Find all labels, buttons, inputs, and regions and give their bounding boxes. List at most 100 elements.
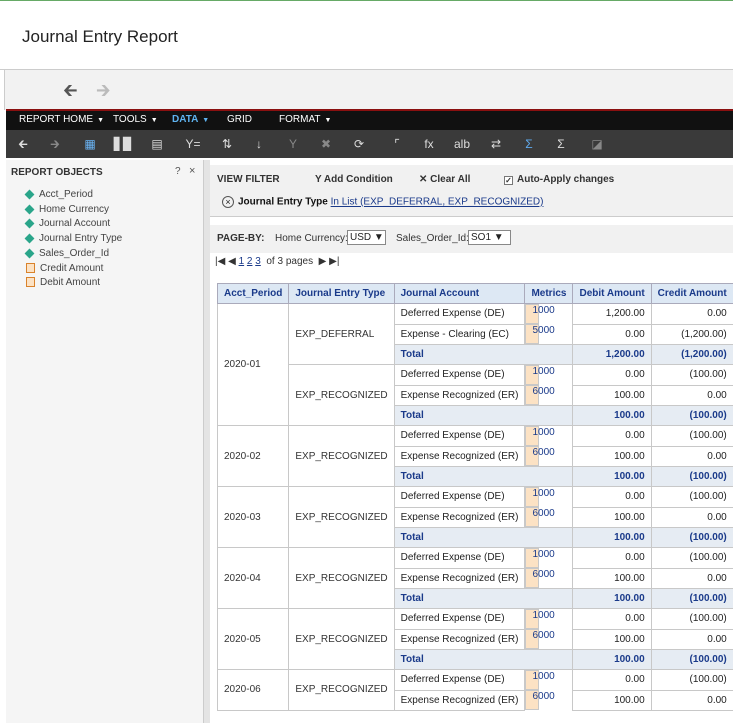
- auto-apply-toggle[interactable]: ✓ Auto-Apply changes: [504, 174, 614, 185]
- grid-view-icon[interactable]: ▦: [75, 130, 105, 158]
- credit-total: (100.00): [650, 466, 733, 487]
- period-cell[interactable]: 2020-03: [216, 486, 290, 548]
- last-page-icon[interactable]: ▶|: [329, 256, 339, 267]
- account-cell[interactable]: Deferred Expense (DE): [393, 547, 526, 569]
- checkbox-checked-icon[interactable]: ✓: [504, 176, 513, 185]
- pivot-icon[interactable]: ⌜: [382, 130, 412, 158]
- total-label: Total: [393, 405, 574, 426]
- remove-condition-icon[interactable]: ×: [222, 196, 234, 208]
- graph-view-icon[interactable]: ▋▉: [108, 130, 138, 158]
- account-cell[interactable]: Deferred Expense (DE): [393, 364, 526, 386]
- entry-type-cell[interactable]: EXP_RECOGNIZED: [288, 364, 395, 426]
- next-page-icon[interactable]: ▶: [319, 256, 327, 267]
- metric-cell: 1000: [525, 609, 555, 629]
- account-cell[interactable]: Expense Recognized (ER): [393, 384, 526, 406]
- filter-icon[interactable]: Y=: [178, 130, 208, 158]
- period-cell[interactable]: 2020-04: [216, 547, 290, 609]
- table-row: EXP_RECOGNIZED Deferred Expense (DE) 100…: [218, 364, 733, 426]
- entry-type-cell[interactable]: EXP_RECOGNIZED: [288, 608, 395, 670]
- first-page-icon[interactable]: |◀: [215, 256, 225, 267]
- column-header[interactable]: Journal Account: [393, 283, 526, 304]
- refresh-icon[interactable]: ⟳: [344, 130, 374, 158]
- period-cell[interactable]: 2020-06: [216, 669, 290, 711]
- swap-icon[interactable]: ⇄: [481, 130, 511, 158]
- rename-icon[interactable]: alb: [447, 130, 477, 158]
- condition-field: Journal Entry Type: [238, 196, 328, 208]
- account-cell[interactable]: Expense Recognized (ER): [393, 445, 526, 467]
- metric-label: Debit Amount: [40, 277, 101, 288]
- account-cell[interactable]: Deferred Expense (DE): [393, 608, 526, 630]
- subtotals-icon[interactable]: Σ: [546, 130, 576, 158]
- filter-disabled-icon[interactable]: Y: [278, 130, 308, 158]
- home-currency-label: Home Currency:: [275, 233, 348, 244]
- credit-cell: (100.00): [650, 669, 733, 691]
- metric-cell: 6000: [525, 690, 555, 710]
- column-header[interactable]: Credit Amount: [650, 283, 733, 304]
- filter-icon: Y: [315, 174, 322, 185]
- forward-arrow-icon[interactable]: 🡲: [96, 81, 111, 99]
- menu-format[interactable]: FORMAT ▼: [279, 114, 331, 125]
- period-cell[interactable]: 2020-05: [216, 608, 290, 670]
- attribute-label: Home Currency: [39, 204, 110, 215]
- entry-type-cell[interactable]: EXP_RECOGNIZED: [288, 425, 395, 487]
- account-cell[interactable]: Expense Recognized (ER): [393, 689, 526, 711]
- clear-filter-icon[interactable]: ✖: [311, 130, 341, 158]
- page-link[interactable]: 1: [239, 256, 245, 267]
- entry-type-cell[interactable]: EXP_DEFERRAL: [288, 303, 395, 365]
- debit-total: 100.00: [572, 527, 652, 548]
- column-header[interactable]: Debit Amount: [572, 283, 652, 304]
- period-cell[interactable]: 2020-02: [216, 425, 290, 487]
- close-icon[interactable]: ×: [189, 165, 195, 177]
- account-cell[interactable]: Expense - Clearing (EC): [393, 323, 526, 345]
- sort-icon[interactable]: ⇅: [212, 130, 242, 158]
- sales-order-select[interactable]: SO1 ▼: [468, 230, 511, 245]
- column-header[interactable]: Metrics: [524, 283, 574, 304]
- menu-tools[interactable]: TOOLS ▼: [113, 114, 158, 125]
- debit-cell: 0.00: [572, 323, 652, 345]
- drill-icon[interactable]: ↓: [244, 130, 274, 158]
- debit-cell: 0.00: [572, 486, 652, 508]
- attribute-item[interactable]: Home Currency: [24, 204, 110, 215]
- prev-page-icon[interactable]: ◀: [228, 256, 236, 267]
- menu-grid[interactable]: GRID: [227, 114, 252, 125]
- add-condition-button[interactable]: Y Add Condition: [315, 174, 393, 185]
- account-cell[interactable]: Deferred Expense (DE): [393, 669, 526, 691]
- attribute-item[interactable]: Acct_Period: [24, 189, 93, 200]
- clear-all-button[interactable]: ✕ Clear All: [419, 174, 470, 185]
- metric-item[interactable]: Credit Amount: [26, 263, 103, 274]
- menu-data[interactable]: DATA ▼: [172, 114, 209, 125]
- attribute-item[interactable]: Journal Account: [24, 218, 110, 229]
- period-cell[interactable]: 2020-01: [216, 303, 290, 426]
- account-cell[interactable]: Deferred Expense (DE): [393, 425, 526, 447]
- attribute-item[interactable]: Sales_Order_Id: [24, 248, 109, 259]
- account-cell[interactable]: Expense Recognized (ER): [393, 506, 526, 528]
- comment-icon[interactable]: ◪: [582, 130, 612, 158]
- function-icon[interactable]: fx: [414, 130, 444, 158]
- account-cell[interactable]: Expense Recognized (ER): [393, 628, 526, 650]
- metric-label: Credit Amount: [40, 263, 104, 274]
- totals-icon[interactable]: Σ: [514, 130, 544, 158]
- page-link[interactable]: 2: [247, 256, 253, 267]
- account-cell[interactable]: Expense Recognized (ER): [393, 567, 526, 589]
- grid-graph-icon[interactable]: ▤: [142, 130, 172, 158]
- account-cell[interactable]: Deferred Expense (DE): [393, 486, 526, 508]
- help-icon[interactable]: ?: [175, 166, 181, 177]
- chevron-down-icon: ▼: [373, 232, 384, 243]
- entry-type-cell[interactable]: EXP_RECOGNIZED: [288, 669, 395, 711]
- debit-cell: 100.00: [572, 628, 652, 650]
- back-arrow-icon[interactable]: 🡰: [63, 81, 78, 99]
- home-currency-select[interactable]: USD ▼: [347, 230, 386, 245]
- menu-report-home[interactable]: REPORT HOME ▼: [19, 114, 104, 125]
- table-row: 2020-05 EXP_RECOGNIZED Deferred Expense …: [216, 608, 733, 670]
- attribute-item[interactable]: Journal Entry Type: [24, 233, 122, 244]
- redo-icon[interactable]: 🡲: [40, 130, 70, 158]
- entry-type-cell[interactable]: EXP_RECOGNIZED: [288, 486, 395, 548]
- undo-icon[interactable]: 🡰: [8, 130, 38, 158]
- column-header[interactable]: Journal Entry Type: [288, 283, 395, 304]
- entry-type-cell[interactable]: EXP_RECOGNIZED: [288, 547, 395, 609]
- page-link[interactable]: 3: [255, 256, 261, 267]
- column-header[interactable]: Acct_Period: [216, 283, 290, 304]
- condition-value-link[interactable]: In List (EXP_DEFERRAL, EXP_RECOGNIZED): [331, 197, 544, 208]
- account-cell[interactable]: Deferred Expense (DE): [393, 303, 526, 325]
- metric-item[interactable]: Debit Amount: [26, 277, 100, 288]
